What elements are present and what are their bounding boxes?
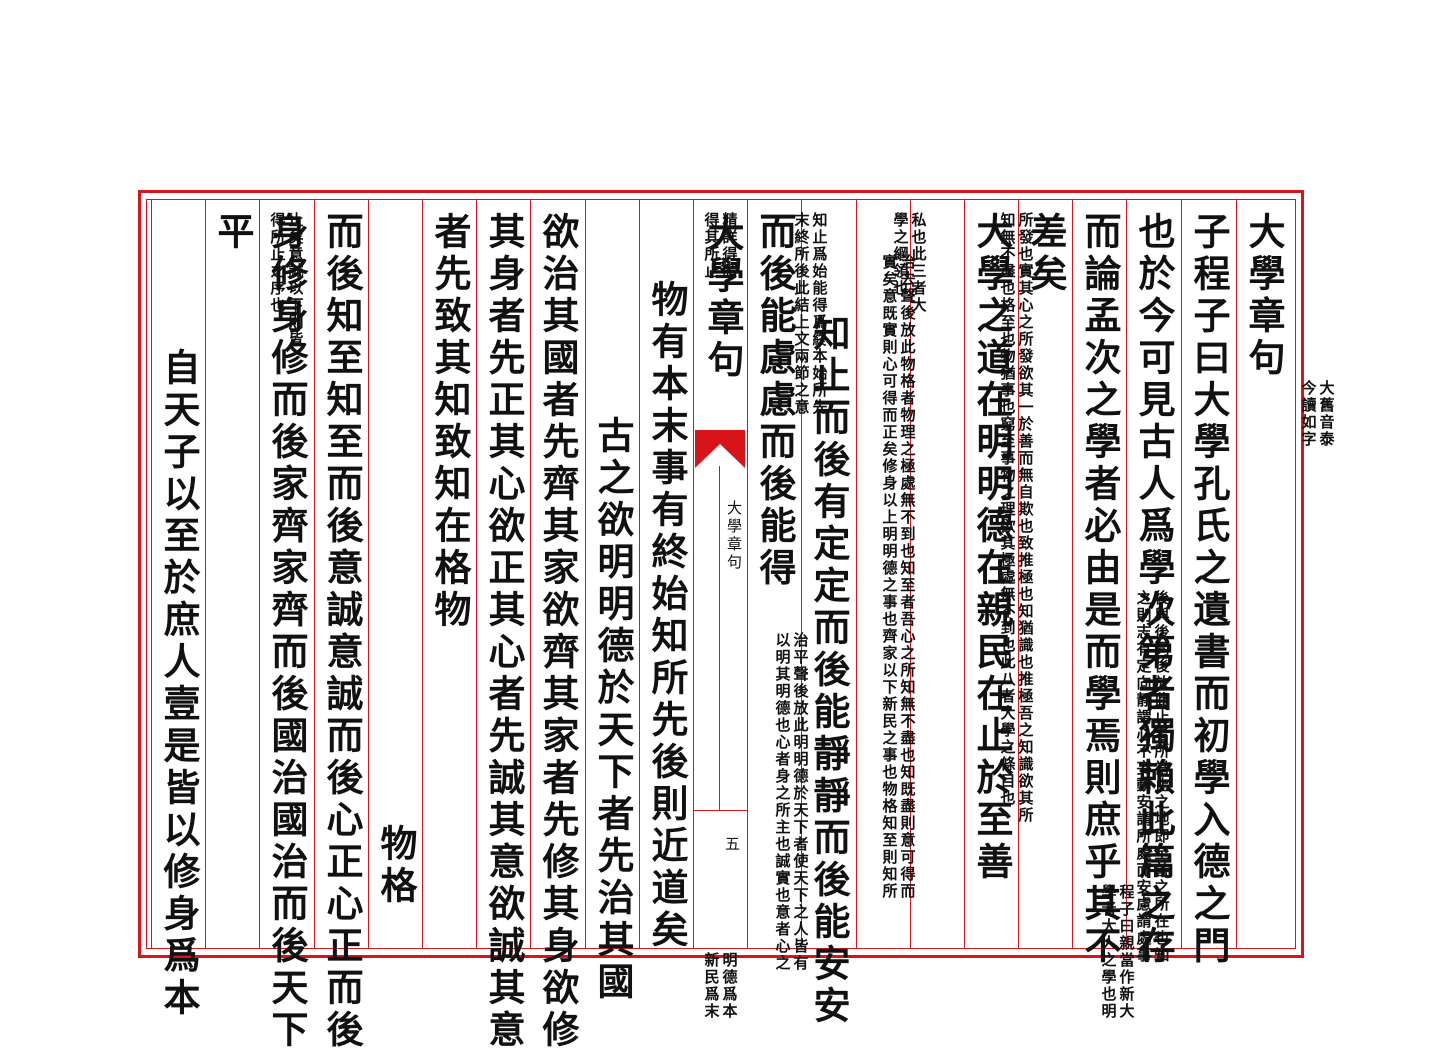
center-rule-horizontal [693, 810, 747, 811]
center-rule [719, 466, 720, 810]
text-column: 止矣意誠以下則皆得所止之序也自天子以至於庶人壹是皆以修身爲本 [151, 200, 205, 948]
center-book-title: 大學章句 [704, 214, 741, 382]
annotation: 止矣意誠以下則皆得所止之序也 [53, 212, 305, 348]
annotation-line: 得所止之序也 [269, 212, 287, 348]
annotation-line: 所發也實其心之所發欲其一於善而無自欺也致推極也知猶識也推極吾之知識欲其所 [1017, 212, 1035, 824]
annotation-line: 之則志有定向靜謂心不妄動安謂所處而安慮謂處事 [1135, 590, 1153, 964]
column-divider [747, 200, 748, 948]
annotation-line: 知無不盡也格至也物猶事也窮至事物之理欲其極處無不到也此八者大學之條目也 [999, 212, 1017, 824]
center-margin-title: 大學章句 [724, 500, 745, 572]
annotation-line: 止矣意誠以下則皆 [287, 212, 305, 348]
annotation-line: 治去聲後放此物格者物理之極處無不到也知至者吾心之所知無不盡也知既盡則意可得而 [899, 254, 917, 900]
main-text: 自天子以至於庶人壹是皆以修身爲本 [160, 348, 197, 1020]
fishtail-mark-icon [695, 430, 745, 470]
column-divider [693, 200, 694, 948]
annotation-line: 後與後同後放此止者所當止之地即至善之所在也知 [1153, 590, 1171, 964]
page-number: 五 [725, 833, 740, 854]
column-line: 止矣意誠以下則皆得所止之序也自天子以至於庶人壹是皆以修身爲本 [0, 212, 475, 1020]
annotation-line: 實矣意既實則心可得而正矣修身以上明明德之事也齊家以下新民之事也物格知至則知所 [881, 254, 899, 900]
